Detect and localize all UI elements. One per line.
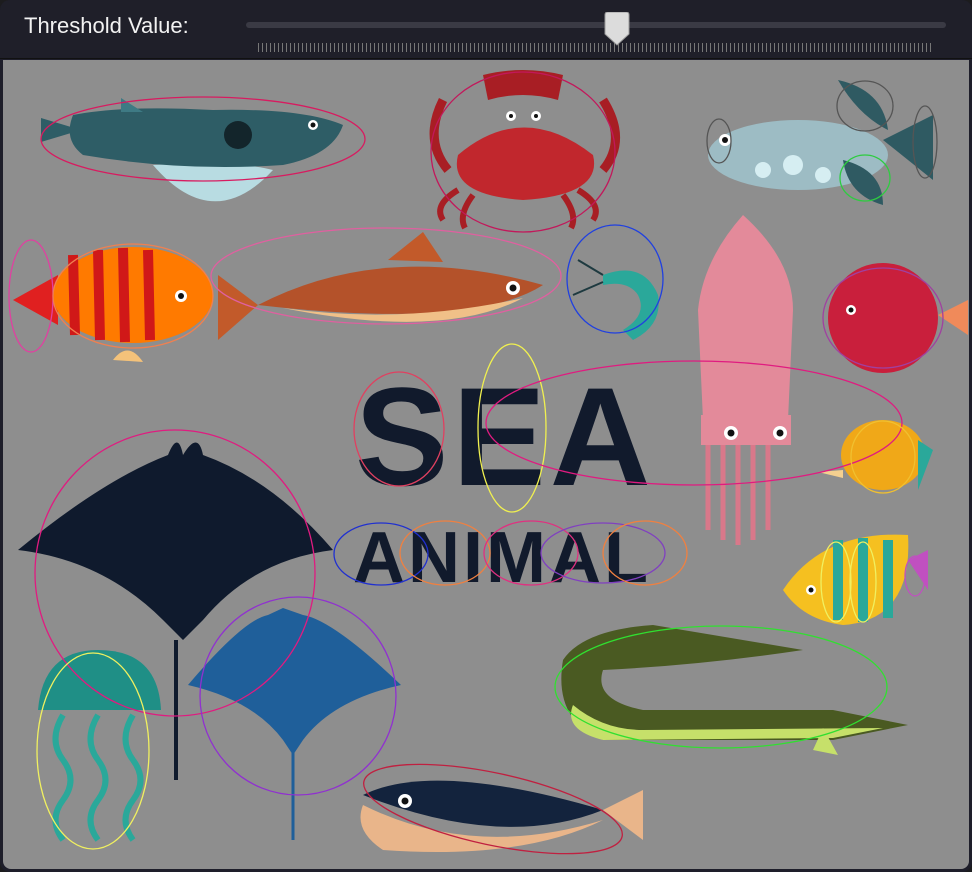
sea-animal-image: SEA ANIMAL xyxy=(8,70,968,855)
title-sea: SEA xyxy=(355,358,655,515)
image-canvas: SEA ANIMAL xyxy=(3,60,969,869)
toolbar: Threshold Value: xyxy=(0,0,972,59)
spotted-pufferfish xyxy=(708,80,933,205)
threshold-slider-knob[interactable] xyxy=(602,12,632,46)
threshold-label: Threshold Value: xyxy=(24,13,189,38)
jellyfish xyxy=(38,650,161,842)
threshold-slider-track[interactable] xyxy=(246,22,946,28)
crab xyxy=(429,70,620,230)
threshold-slider-ticks xyxy=(258,43,934,52)
red-round-fish xyxy=(828,263,968,373)
app-window: Threshold Value: SEA ANIMAL xyxy=(0,0,972,872)
title-animal: ANIMAL xyxy=(353,518,651,598)
blowfish xyxy=(41,98,344,202)
squid xyxy=(698,215,793,545)
orange-striped-fish xyxy=(13,247,213,362)
dark-fish xyxy=(360,780,643,852)
eel xyxy=(561,625,908,755)
blue-ray xyxy=(188,608,401,840)
shrimp xyxy=(572,259,659,340)
small-yellow-fish xyxy=(818,420,933,490)
